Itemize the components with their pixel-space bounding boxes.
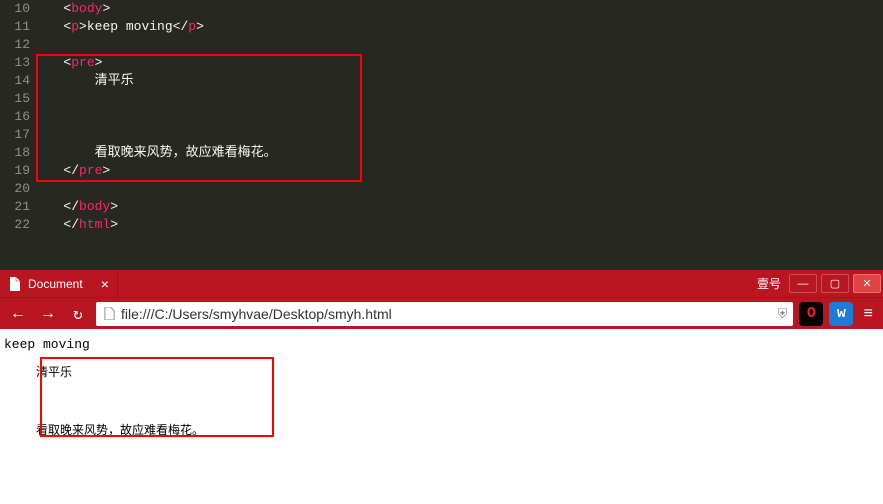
tab-strip[interactable] bbox=[118, 270, 751, 297]
preformatted-text: 清平乐 看取晚来风势，故应难看梅花。 bbox=[4, 364, 879, 441]
line-number: 14 bbox=[0, 72, 40, 90]
minimize-button[interactable]: — bbox=[789, 274, 817, 293]
page-content: keep moving 清平乐 看取晚来风势，故应难看梅花。 bbox=[0, 329, 883, 449]
paragraph-text: keep moving bbox=[4, 337, 879, 352]
code-line: <body> bbox=[40, 0, 883, 18]
line-number: 21 bbox=[0, 198, 40, 216]
line-number: 11 bbox=[0, 18, 40, 36]
reload-button[interactable]: ↻ bbox=[66, 302, 90, 326]
close-button[interactable]: ✕ bbox=[853, 274, 881, 293]
bookmark-icon[interactable]: ⛨ bbox=[778, 306, 788, 322]
menu-icon[interactable]: ≡ bbox=[859, 305, 877, 323]
code-line: <pre> bbox=[40, 54, 883, 72]
code-line: 看取晚来风势，故应难看梅花。 bbox=[40, 144, 883, 162]
line-number: 19 bbox=[0, 162, 40, 180]
url-text: file:///C:/Users/smyhvae/Desktop/smyh.ht… bbox=[121, 306, 392, 322]
line-number: 20 bbox=[0, 180, 40, 198]
code-line bbox=[40, 36, 883, 54]
line-number: 17 bbox=[0, 126, 40, 144]
back-button[interactable]: ← bbox=[6, 302, 30, 326]
line-number: 22 bbox=[0, 216, 40, 234]
code-line bbox=[40, 108, 883, 126]
url-input[interactable]: file:///C:/Users/smyhvae/Desktop/smyh.ht… bbox=[96, 302, 793, 326]
window-controls: — ▢ ✕ bbox=[787, 270, 883, 297]
code-line bbox=[40, 126, 883, 144]
line-number: 16 bbox=[0, 108, 40, 126]
line-number: 18 bbox=[0, 144, 40, 162]
code-line: <p>keep moving</p> bbox=[40, 18, 883, 36]
code-line bbox=[40, 90, 883, 108]
tab-close-icon[interactable]: × bbox=[101, 276, 109, 292]
line-number: 15 bbox=[0, 90, 40, 108]
file-icon bbox=[102, 307, 116, 321]
w-extension-icon[interactable]: w bbox=[829, 302, 853, 326]
window-label: 壹号 bbox=[751, 270, 787, 297]
file-icon bbox=[8, 277, 22, 291]
browser-tab[interactable]: Document × bbox=[0, 270, 118, 297]
code-line: </body> bbox=[40, 198, 883, 216]
address-bar: ← → ↻ file:///C:/Users/smyhvae/Desktop/s… bbox=[0, 297, 883, 329]
maximize-button[interactable]: ▢ bbox=[821, 274, 849, 293]
tab-title: Document bbox=[28, 277, 83, 291]
title-bar: Document × 壹号 — ▢ ✕ bbox=[0, 270, 883, 297]
code-line bbox=[40, 180, 883, 198]
code-line: 清平乐 bbox=[40, 72, 883, 90]
code-line: </html> bbox=[40, 216, 883, 234]
code-editor: 10 11 12 13 14 15 16 17 18 19 20 21 22 <… bbox=[0, 0, 883, 270]
gutter: 10 11 12 13 14 15 16 17 18 19 20 21 22 bbox=[0, 0, 40, 270]
line-number: 10 bbox=[0, 0, 40, 18]
code-area[interactable]: <body> <p>keep moving</p> <pre> 清平乐 看取晚来… bbox=[40, 0, 883, 234]
browser-window: Document × 壹号 — ▢ ✕ ← → ↻ file:///C:/Use… bbox=[0, 270, 883, 504]
forward-button[interactable]: → bbox=[36, 302, 60, 326]
opera-extension-icon[interactable]: O bbox=[799, 302, 823, 326]
line-number: 12 bbox=[0, 36, 40, 54]
code-line: </pre> bbox=[40, 162, 883, 180]
line-number: 13 bbox=[0, 54, 40, 72]
